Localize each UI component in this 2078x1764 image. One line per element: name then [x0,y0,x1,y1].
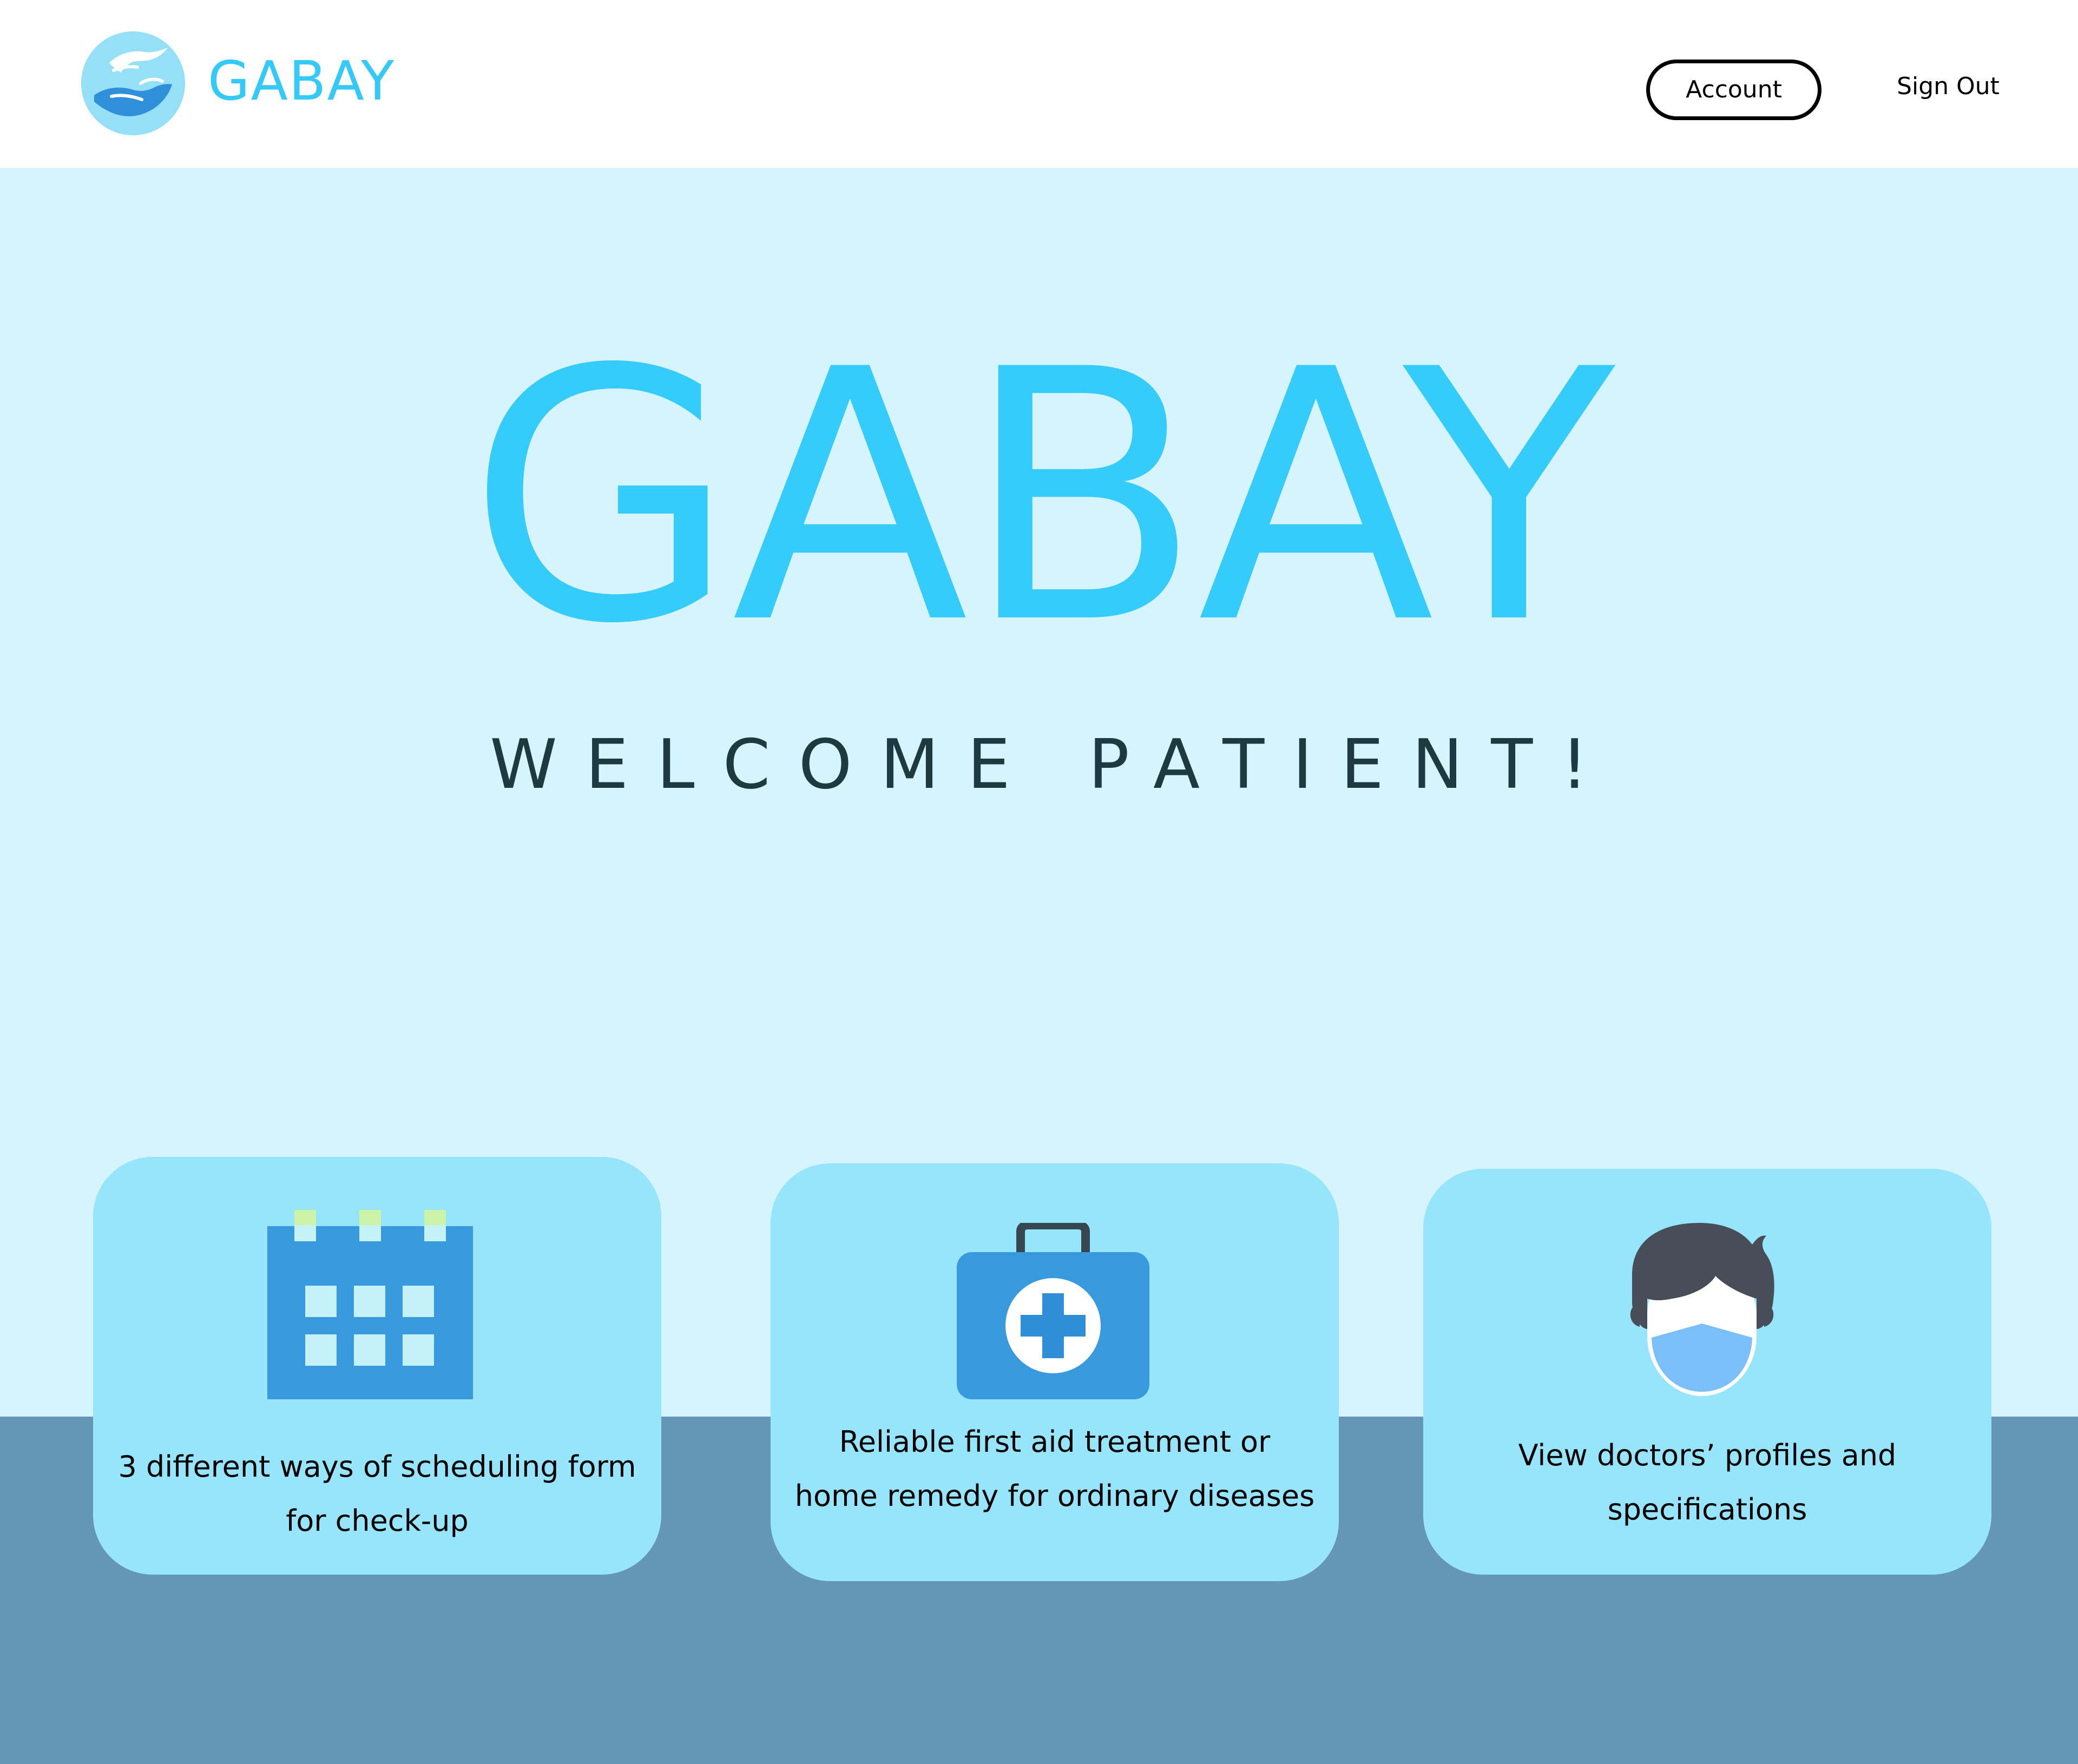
sign-out-link[interactable]: Sign Out [1894,68,2002,106]
feature-description: 3 different ways of scheduling form for … [109,1440,645,1548]
account-button[interactable]: Account [1646,60,1821,120]
hero-subtitle: WELCOME PATIENT! [490,725,1616,804]
feature-description: View doctors’ profiles and specification… [1439,1429,1975,1537]
top-header: GABAY Account Sign Out [0,0,2078,168]
feature-text-line: specifications [1607,1492,1807,1526]
feature-card-doctors[interactable]: View doctors’ profiles and specification… [1423,1169,1991,1575]
first-aid-kit-icon [957,1223,1149,1399]
calendar-icon [267,1210,473,1399]
feature-text-line: for check-up [286,1504,469,1538]
brand-logo-text[interactable]: GABAY [208,49,395,114]
feature-description: Reliable first aid treatment or home rem… [787,1415,1323,1523]
feature-text-line: 3 different ways of scheduling form [118,1450,636,1484]
hands-care-icon[interactable] [81,31,185,135]
masked-doctor-icon [1630,1223,1774,1396]
feature-text-line: home remedy for ordinary diseases [794,1479,1315,1513]
feature-card-first-aid[interactable]: Reliable first aid treatment or home rem… [771,1163,1339,1581]
hero-title: GABAY [468,296,1615,699]
feature-text-line: View doctors’ profiles and [1518,1438,1897,1472]
feature-text-line: Reliable first aid treatment or [839,1425,1271,1459]
feature-card-scheduling[interactable]: 3 different ways of scheduling form for … [93,1157,661,1575]
